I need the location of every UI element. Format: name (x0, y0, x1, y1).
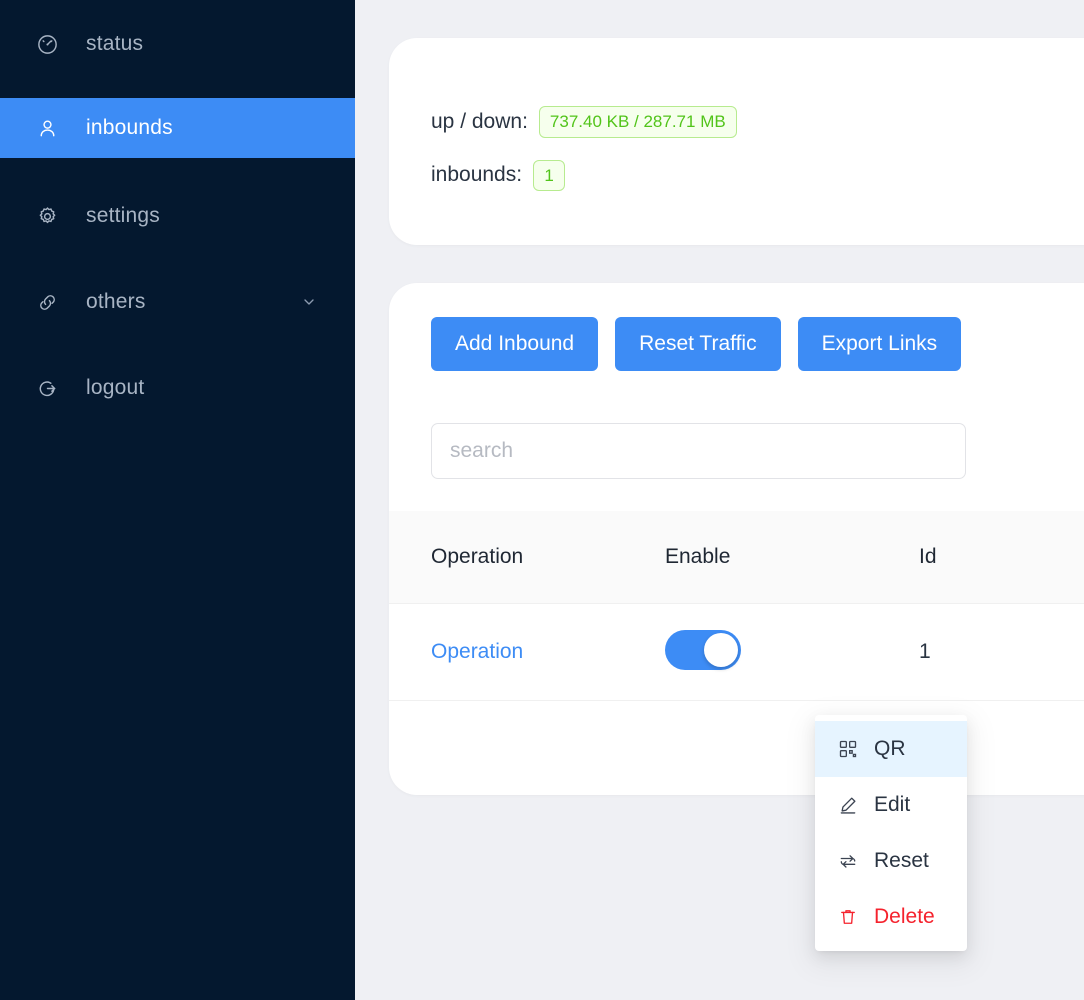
sidebar-item-label: inbounds (86, 116, 173, 139)
sidebar-item-label: status (86, 32, 144, 55)
updown-row: up / down: 737.40 KB / 287.71 MB (431, 106, 1084, 138)
sidebar-item-label: settings (86, 204, 160, 227)
inbounds-count-row: inbounds: 1 (431, 159, 1084, 192)
updown-badge: 737.40 KB / 287.71 MB (538, 106, 737, 138)
main-content: up / down: 737.40 KB / 287.71 MB inbound… (355, 0, 1084, 1000)
logout-icon (34, 375, 60, 401)
sidebar-item-others[interactable]: others (0, 272, 355, 332)
operation-dropdown-menu: QR Edit Reset Delete (815, 715, 967, 951)
sidebar-item-logout[interactable]: logout (0, 358, 355, 418)
inbounds-count-badge: 1 (533, 159, 566, 192)
row-id-cell: 1 (919, 640, 931, 663)
row-enable-cell (665, 629, 919, 675)
menu-item-label: Edit (874, 793, 911, 816)
table-row: Operation 1 (389, 604, 1084, 701)
inbounds-table-card: Add Inbound Reset Traffic Export Links O… (389, 283, 1084, 795)
sidebar-item-label: logout (86, 376, 145, 399)
pencil-icon (837, 794, 859, 816)
reset-traffic-button[interactable]: Reset Traffic (615, 317, 781, 371)
inbounds-count-label: inbounds: (431, 163, 523, 187)
add-inbound-button[interactable]: Add Inbound (431, 317, 599, 371)
menu-item-edit[interactable]: Edit (815, 777, 967, 833)
export-links-button[interactable]: Export Links (797, 317, 962, 371)
table-toolbar: Add Inbound Reset Traffic Export Links (389, 283, 1084, 371)
sidebar-item-settings[interactable]: settings (0, 186, 355, 246)
search-container (389, 371, 1084, 479)
link-icon (34, 289, 60, 315)
column-header-enable[interactable]: Enable (665, 545, 919, 569)
column-header-operation[interactable]: Operation (431, 545, 665, 569)
stats-card: up / down: 737.40 KB / 287.71 MB inbound… (389, 38, 1084, 245)
menu-item-label: Delete (874, 905, 935, 928)
row-operation-cell: Operation (431, 640, 665, 664)
user-icon (34, 115, 60, 141)
sidebar: status inbounds settings others logout (0, 0, 355, 1000)
menu-item-qr[interactable]: QR (815, 721, 967, 777)
dashboard-icon (34, 31, 60, 57)
app-root: status inbounds settings others logout u… (0, 0, 1084, 1000)
inbounds-table: Operation Enable Id Operation 1 (389, 511, 1084, 701)
trash-icon (837, 906, 859, 928)
sidebar-item-inbounds[interactable]: inbounds (0, 98, 355, 158)
menu-item-reset[interactable]: Reset (815, 833, 967, 889)
menu-item-label: QR (874, 737, 906, 760)
column-header-id[interactable]: Id (919, 545, 1084, 569)
sidebar-item-status[interactable]: status (0, 14, 355, 74)
table-header-row: Operation Enable Id (389, 511, 1084, 604)
enable-toggle[interactable] (665, 629, 741, 670)
toggle-knob (704, 632, 738, 667)
chevron-down-icon[interactable] (301, 294, 317, 310)
qr-code-icon (837, 738, 859, 760)
operation-dropdown-trigger[interactable]: Operation (431, 640, 523, 663)
search-input[interactable] (431, 423, 966, 479)
menu-item-label: Reset (874, 849, 929, 872)
updown-label: up / down: (431, 109, 528, 133)
menu-item-delete[interactable]: Delete (815, 889, 967, 945)
sidebar-item-label: others (86, 290, 146, 313)
gear-icon (34, 203, 60, 229)
reset-icon (837, 850, 859, 872)
